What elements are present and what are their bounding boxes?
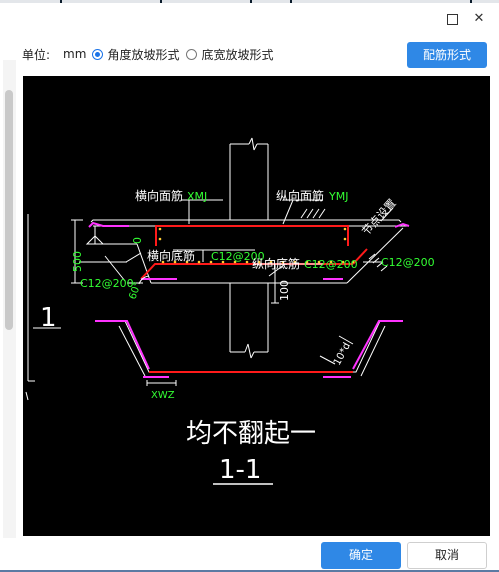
section-drawing: 1 横向面筋 XMJ 纵向面筋 YMJ 节点设置 0 500 横向底筋 C12@… [25,137,435,485]
label-bottom-longitudinal-spec: C12@200 [304,258,358,271]
label-left-spec: C12@200 [80,277,134,290]
top-strip [0,0,499,3]
rebar-form-button[interactable]: 配筋形式 [407,42,487,68]
unit-value: mm [63,47,87,61]
radio-angle-slope[interactable]: 角度放坡形式 [92,46,179,63]
section-label: 1-1 [219,455,261,485]
toolbar: 单位: mm 角度放坡形式 底宽放坡形式 [22,44,280,64]
label-xwz: XWZ [151,390,175,401]
maximize-icon [446,14,458,25]
label-top-longitudinal: 纵向面筋 [276,188,324,203]
caption-text: 均不翻起一 [186,419,316,449]
radio-unchecked-icon [186,48,198,60]
radio-width-slope-label: 底宽放坡形式 [201,47,274,62]
label-right-spec: C12@200 [381,256,435,269]
label-ymj: YMJ [328,190,348,203]
label-top-transverse: 横向面筋 [135,188,183,203]
radio-checked-icon [92,48,104,60]
drawing-canvas: 1 横向面筋 XMJ 纵向面筋 YMJ 节点设置 0 500 横向底筋 C12@… [23,76,490,536]
marker-number: 1 [40,303,57,333]
label-10d: 10*d [332,341,353,367]
maximize-button[interactable] [443,10,461,28]
unit-label: 单位: [22,47,51,62]
cancel-button[interactable]: 取消 [407,542,487,569]
label-node-setting: 节点设置 [360,197,399,238]
vertical-scrollbar[interactable] [3,60,16,538]
pier-outline [229,283,269,359]
scrollbar-thumb[interactable] [5,90,13,330]
radio-angle-slope-label: 角度放坡形式 [107,47,180,62]
close-button[interactable]: ✕ [470,10,488,28]
label-dim-500: 500 [71,251,84,272]
radio-width-slope[interactable]: 底宽放坡形式 [186,46,273,63]
label-dim-100: 100 [278,280,291,301]
label-xmj: XMJ [187,190,207,203]
column-outline [229,137,269,220]
close-icon: ✕ [473,11,485,26]
ok-button[interactable]: 确定 [321,542,401,569]
label-bottom-longitudinal: 纵向底筋 [252,256,300,271]
label-bottom-transverse: 横向底筋 [147,248,195,263]
label-zero: 0 [131,237,144,244]
